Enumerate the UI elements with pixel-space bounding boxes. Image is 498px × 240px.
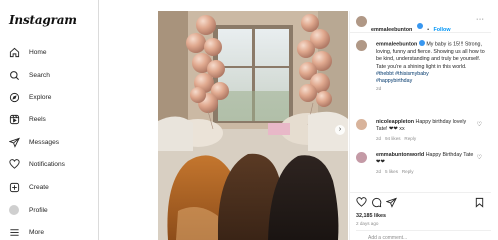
comment-age: 2d xyxy=(376,169,382,174)
sidebar-item-messages[interactable]: Messages xyxy=(8,134,59,150)
sidebar-item-search[interactable]: Search xyxy=(8,67,50,83)
comment-avatar[interactable] xyxy=(356,152,367,163)
comment-likes[interactable]: 5 likes xyxy=(385,169,398,174)
instagram-logo[interactable]: Instagram xyxy=(9,13,77,27)
comment-bubble-icon[interactable] xyxy=(371,197,382,208)
like-comment-icon[interactable]: ♡ xyxy=(477,121,482,128)
plus-square-icon xyxy=(8,181,20,193)
post-photo-image xyxy=(158,11,348,240)
author-username[interactable]: emmaleebunton xyxy=(371,27,412,33)
like-comment-icon[interactable]: ♡ xyxy=(477,154,482,161)
sidebar-item-label: Explore xyxy=(29,93,52,101)
post-panel: emmaleebunton • Follow ··· emmaleebunton… xyxy=(349,11,491,240)
more-options-icon[interactable]: ··· xyxy=(476,16,485,23)
heart-icon xyxy=(8,158,20,170)
reels-icon xyxy=(8,113,20,125)
caption-username[interactable]: emmaleebunton xyxy=(376,41,417,47)
verified-badge-icon xyxy=(418,40,425,46)
sidebar-item-explore[interactable]: Explore xyxy=(8,89,51,105)
sidebar-item-notifications[interactable]: Notifications xyxy=(8,156,65,172)
compass-icon xyxy=(8,91,20,103)
sidebar-item-create[interactable]: Create xyxy=(8,179,49,195)
menu-icon xyxy=(8,226,20,238)
verified-badge-icon xyxy=(416,22,423,29)
avatar xyxy=(9,205,19,215)
comment-avatar[interactable] xyxy=(356,119,367,130)
author-avatar[interactable] xyxy=(356,16,367,27)
caption: emmaleebunton My baby is 15!!! Strong, l… xyxy=(376,40,486,93)
comment-age: 2d xyxy=(376,136,382,141)
likes-count[interactable]: 32,185 likes xyxy=(356,213,386,219)
comment-username[interactable]: emmabuntonworld xyxy=(376,152,424,158)
sidebar: Instagram Home Search Explore Reels Mess… xyxy=(0,0,99,240)
comment-meta: 2d 94 likes Reply xyxy=(376,136,416,141)
avatar-wrap xyxy=(8,204,20,216)
comment: emmabuntonworld Happy Birthday Tate ❤❤ xyxy=(376,152,476,167)
sidebar-item-label: Reels xyxy=(29,115,46,123)
add-comment-input[interactable]: Add a comment... xyxy=(356,230,491,240)
post-actions: 32,185 likes 2 days ago Add a comment... xyxy=(350,192,491,240)
sidebar-item-label: Home xyxy=(29,48,47,56)
post-time: 2 days ago xyxy=(356,221,379,226)
search-icon xyxy=(8,69,20,81)
separator-dot: • xyxy=(427,27,430,33)
home-icon xyxy=(8,46,20,58)
post-photo[interactable] xyxy=(158,11,348,240)
author-line: emmaleebunton • Follow xyxy=(371,18,451,36)
sidebar-item-label: Create xyxy=(29,183,49,191)
comment-meta: 2d 5 likes Reply xyxy=(376,169,414,174)
bookmark-icon[interactable] xyxy=(474,197,485,208)
sidebar-item-more[interactable]: More xyxy=(8,224,44,240)
next-photo-button[interactable]: › xyxy=(335,125,345,135)
share-icon[interactable] xyxy=(386,197,397,208)
comment-likes[interactable]: 94 likes xyxy=(385,136,401,141)
comment-username[interactable]: nicoleappleton xyxy=(376,119,414,125)
comment: nicoleappleton Happy birthday lovely Tat… xyxy=(376,119,476,134)
like-heart-icon[interactable] xyxy=(356,197,367,208)
sidebar-item-label: More xyxy=(29,228,45,236)
sidebar-item-label: Profile xyxy=(29,206,48,214)
sidebar-item-label: Notifications xyxy=(29,160,65,168)
caption-age: 2d xyxy=(376,86,382,92)
hashtag[interactable]: #happybirthday xyxy=(376,78,412,84)
sidebar-item-reels[interactable]: Reels xyxy=(8,111,46,127)
sidebar-item-label: Messages xyxy=(29,138,60,146)
hashtag[interactable]: #thisismybaby xyxy=(395,71,429,77)
sidebar-item-profile[interactable]: Profile xyxy=(8,202,48,218)
messenger-icon xyxy=(8,136,20,148)
sidebar-item-home[interactable]: Home xyxy=(8,44,47,60)
sidebar-item-label: Search xyxy=(29,71,50,79)
reply-button[interactable]: Reply xyxy=(402,169,414,174)
follow-button[interactable]: Follow xyxy=(433,27,450,33)
hashtag[interactable]: #thebbt xyxy=(376,71,394,77)
reply-button[interactable]: Reply xyxy=(404,136,416,141)
caption-avatar[interactable] xyxy=(356,40,367,51)
post-header: emmaleebunton • Follow ··· xyxy=(350,11,491,33)
